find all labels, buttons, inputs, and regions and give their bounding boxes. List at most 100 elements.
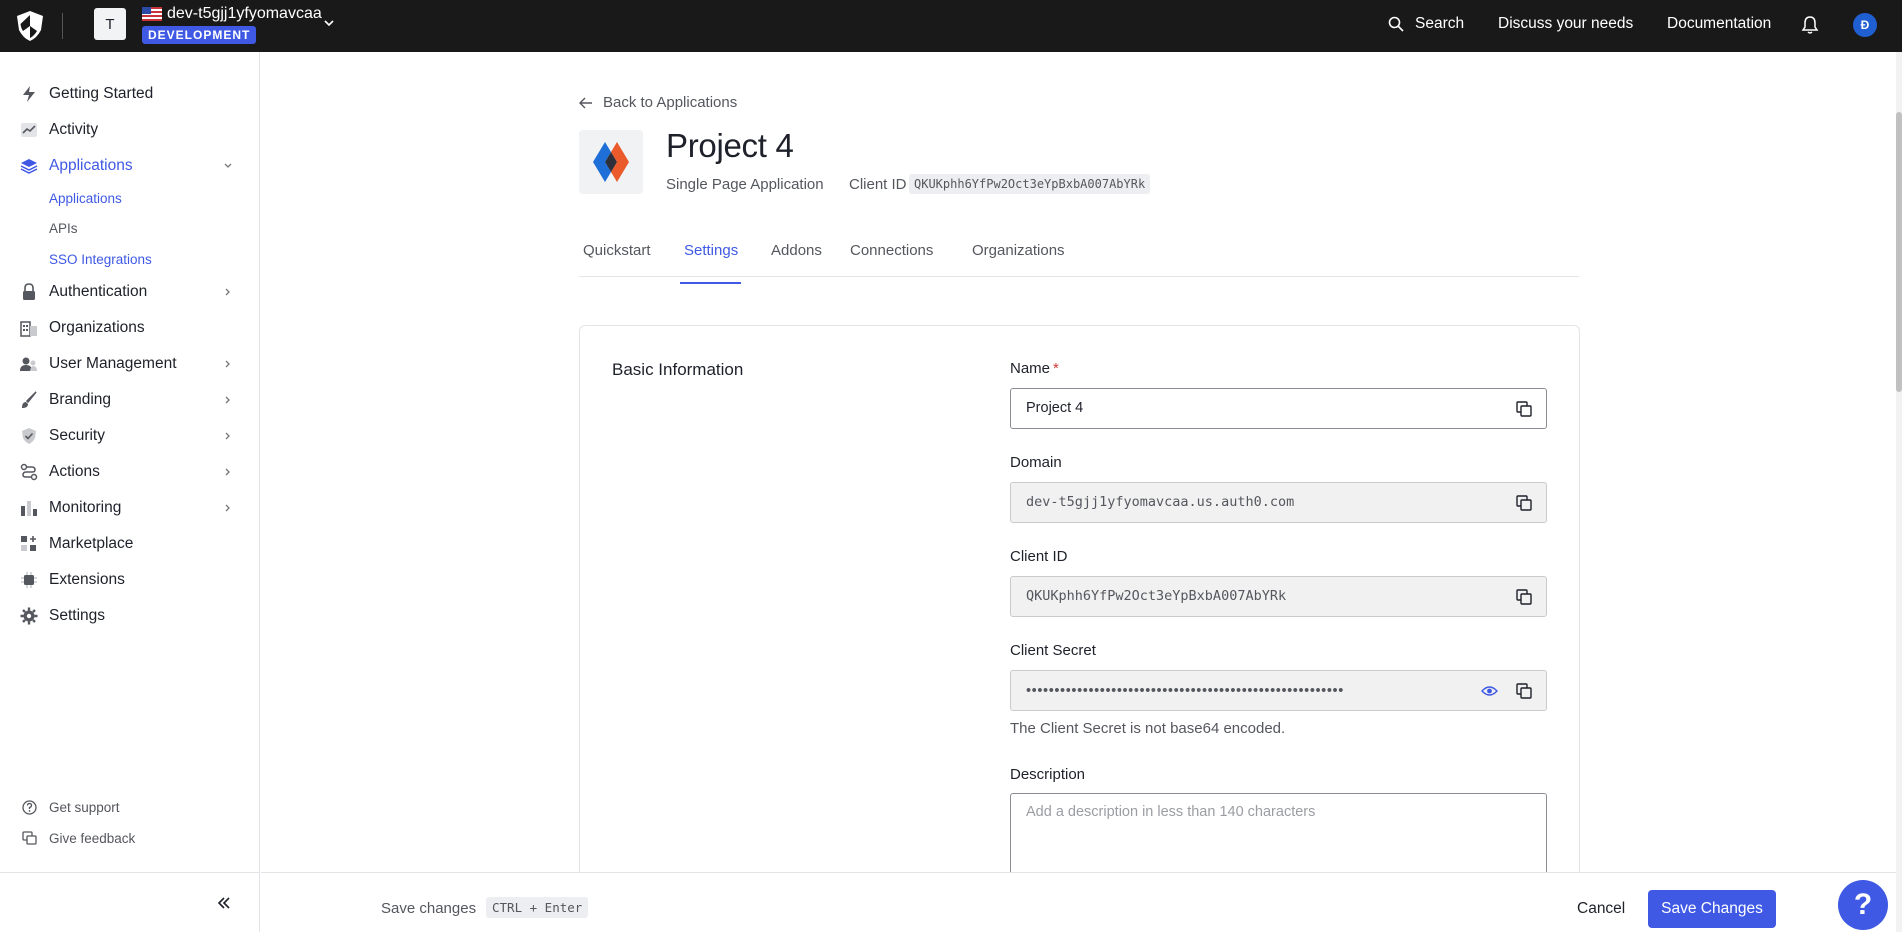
copy-icon[interactable]: [1516, 401, 1532, 417]
chevron-right-icon: [225, 288, 230, 296]
save-changes-button[interactable]: Save Changes: [1648, 890, 1776, 928]
sidebar-item-label: Organizations: [49, 319, 145, 336]
activity-chart-icon: [21, 123, 37, 137]
sidebar-item-label: Applications: [49, 157, 133, 174]
sidebar-item-extensions[interactable]: Extensions: [0, 563, 259, 597]
grid-plus-icon: [21, 536, 36, 551]
feedback-icon: [22, 831, 37, 845]
tab-organizations[interactable]: Organizations: [972, 242, 1065, 259]
sidebar-item-authentication[interactable]: Authentication: [0, 275, 259, 309]
page-title: Project 4: [666, 127, 794, 164]
discuss-needs-link[interactable]: Discuss your needs: [1498, 15, 1633, 33]
copy-icon[interactable]: [1516, 495, 1532, 511]
sidebar-item-label: Getting Started: [49, 85, 154, 102]
chevron-right-icon: [225, 360, 230, 368]
auth0-logo-icon[interactable]: [15, 10, 45, 42]
sidebar-item-security[interactable]: Security: [0, 419, 259, 453]
sidebar-item-applications[interactable]: Applications: [0, 149, 259, 183]
top-bar: T dev-t5gjj1yfyomavcaa DEVELOPMENT Searc…: [0, 0, 1902, 52]
sidebar-item-user-management[interactable]: User Management: [0, 347, 259, 381]
cancel-button[interactable]: Cancel: [1577, 900, 1625, 918]
lightning-icon: [23, 86, 35, 102]
brush-icon: [22, 391, 37, 408]
sidebar-subitem-sso-integrations[interactable]: SSO Integrations: [49, 252, 152, 267]
description-textarea[interactable]: Add a description in less than 140 chara…: [1010, 793, 1547, 883]
domain-value: dev-t5gjj1yfyomavcaa.us.auth0.com: [1026, 494, 1295, 510]
search-icon[interactable]: [1388, 16, 1404, 32]
client-secret-hint: The Client Secret is not base64 encoded.: [1010, 720, 1286, 737]
sidebar-item-label: Extensions: [49, 571, 125, 588]
back-to-applications-link[interactable]: Back to Applications: [579, 94, 737, 111]
actions-flow-icon: [20, 463, 38, 481]
sidebar-item-actions[interactable]: Actions: [0, 455, 259, 489]
main-content: Back to Applications Project 4 Single Pa…: [261, 52, 1902, 885]
sidebar: Getting Started Activity Applications Ap…: [0, 52, 260, 932]
section-title: Basic Information: [612, 360, 744, 379]
client-secret-label: Client Secret: [1010, 642, 1096, 659]
chevron-right-icon: [225, 504, 230, 512]
tab-settings[interactable]: Settings: [684, 242, 738, 259]
search-link[interactable]: Search: [1415, 15, 1464, 33]
get-support-label: Get support: [49, 800, 120, 815]
sidebar-item-marketplace[interactable]: Marketplace: [0, 527, 259, 561]
sidebar-subitem-apis[interactable]: APIs: [49, 221, 78, 236]
sidebar-item-settings[interactable]: Settings: [0, 599, 259, 633]
documentation-link[interactable]: Documentation: [1667, 15, 1771, 33]
chevron-down-icon: [224, 163, 232, 168]
scrollbar[interactable]: [1896, 52, 1902, 932]
top-divider: [62, 13, 63, 39]
get-support-link[interactable]: Get support: [0, 796, 259, 820]
app-diamond-logo-icon: [593, 142, 629, 182]
chip-icon: [21, 572, 37, 588]
scrollbar-thumb[interactable]: [1896, 112, 1902, 392]
arrow-left-icon: [579, 97, 592, 108]
lock-icon: [23, 283, 35, 300]
save-footer-bar: Save changes CTRL + Enter Cancel Save Ch…: [261, 872, 1902, 932]
bar-chart-icon: [21, 501, 37, 516]
sidebar-item-label: Security: [49, 427, 105, 444]
tab-quickstart[interactable]: Quickstart: [583, 242, 651, 259]
sidebar-item-getting-started[interactable]: Getting Started: [0, 77, 259, 111]
collapse-sidebar-icon[interactable]: [216, 895, 232, 911]
sidebar-item-label: Settings: [49, 607, 106, 624]
give-feedback-label: Give feedback: [49, 831, 136, 846]
copy-icon[interactable]: [1516, 683, 1532, 699]
client-secret-value: ••••••••••••••••••••••••••••••••••••••••…: [1026, 683, 1344, 699]
sidebar-item-activity[interactable]: Activity: [0, 113, 259, 147]
sidebar-item-label: Marketplace: [49, 535, 134, 552]
sidebar-subitem-applications[interactable]: Applications: [49, 191, 122, 206]
tab-addons[interactable]: Addons: [771, 242, 822, 259]
app-logo: [579, 130, 643, 194]
sidebar-item-monitoring[interactable]: Monitoring: [0, 491, 259, 525]
active-tab-indicator: [680, 282, 741, 284]
client-id-value: QKUKphh6YfPw2Oct3eYpBxbA007AbYRk: [1026, 588, 1287, 604]
copy-icon[interactable]: [1516, 589, 1532, 605]
layers-icon: [20, 159, 38, 174]
client-id-badge[interactable]: QKUKphh6YfPw2Oct3eYpBxbA007AbYRk: [909, 174, 1151, 194]
domain-field[interactable]: dev-t5gjj1yfyomavcaa.us.auth0.com: [1010, 482, 1547, 523]
name-input[interactable]: Project 4: [1010, 388, 1547, 429]
tenant-name[interactable]: dev-t5gjj1yfyomavcaa: [167, 5, 322, 23]
sidebar-item-branding[interactable]: Branding: [0, 383, 259, 417]
sidebar-bottom: [0, 872, 259, 932]
bell-icon[interactable]: [1801, 15, 1819, 34]
eye-icon[interactable]: [1481, 684, 1498, 698]
sidebar-item-label: Actions: [49, 463, 100, 480]
sidebar-item-label: User Management: [49, 355, 177, 372]
tenant-avatar[interactable]: T: [94, 8, 126, 40]
client-secret-field[interactable]: ••••••••••••••••••••••••••••••••••••••••…: [1010, 670, 1547, 711]
us-flag-icon: [142, 7, 162, 21]
description-placeholder: Add a description in less than 140 chara…: [1026, 804, 1316, 820]
domain-label: Domain: [1010, 454, 1062, 471]
sidebar-item-organizations[interactable]: Organizations: [0, 311, 259, 345]
give-feedback-link[interactable]: Give feedback: [0, 827, 259, 851]
chevron-right-icon: [225, 396, 230, 404]
back-link-label: Back to Applications: [603, 94, 738, 111]
sidebar-item-label: Activity: [49, 121, 99, 138]
user-avatar[interactable]: Đ: [1853, 13, 1877, 37]
tab-connections[interactable]: Connections: [850, 242, 933, 259]
client-id-field[interactable]: QKUKphh6YfPw2Oct3eYpBxbA007AbYRk: [1010, 576, 1547, 617]
save-hint-label: Save changes: [381, 900, 477, 917]
help-chat-button[interactable]: ?: [1838, 880, 1888, 930]
chevron-down-icon[interactable]: [322, 16, 336, 30]
